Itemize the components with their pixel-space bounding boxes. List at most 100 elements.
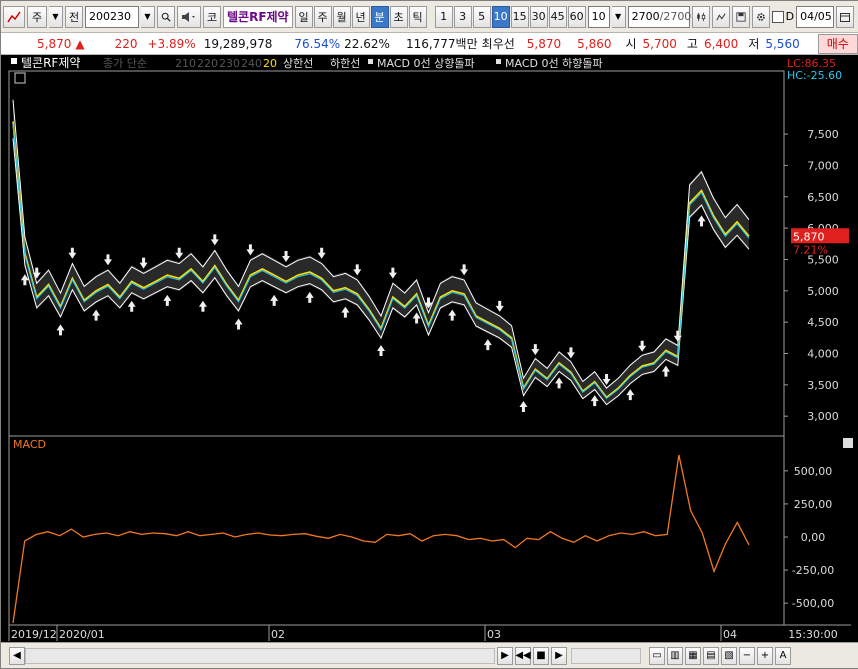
minute-tab-1[interactable]: 3 [453, 5, 472, 28]
stock-type-button[interactable]: 코 [203, 5, 221, 28]
minute-tab-6[interactable]: 45 [548, 5, 567, 28]
legend-item: 210 [175, 57, 196, 70]
macd-y-tick: 500,00 [794, 465, 833, 478]
turnover: 22.62% [344, 36, 390, 51]
minute-tab-3[interactable]: 10 [491, 5, 510, 28]
price-y-tick: 4,500 [807, 316, 839, 329]
trade-amount: 116,777백만 [405, 37, 478, 51]
stock-name-label: 텔콘RF제약 [227, 10, 289, 24]
low-label: 저 [748, 37, 760, 51]
speed-slider[interactable] [571, 647, 641, 664]
bid-price: 5,860 [577, 36, 612, 51]
period-tab-0[interactable]: 일 [294, 5, 313, 28]
minute-tab-5[interactable]: 30 [529, 5, 548, 28]
legend-item: 220 [197, 57, 218, 70]
count-input[interactable]: 2700/2700 [627, 5, 692, 28]
scroll-left-button[interactable]: ◀ [9, 646, 25, 665]
count-total: /2700 [659, 10, 692, 23]
play-button[interactable]: ▶ [551, 646, 567, 665]
settings-button[interactable] [751, 5, 770, 28]
minute-tab-4[interactable]: 15 [510, 5, 529, 28]
minute-tab-7[interactable]: 60 [567, 5, 586, 28]
period-tab-1[interactable]: 주 [313, 5, 332, 28]
chart-mode-2-button[interactable]: ▦ [685, 646, 701, 665]
draw-tool-button[interactable] [711, 5, 730, 28]
stock-code-input[interactable]: 200230 [85, 5, 139, 28]
price-y-tick: 7,500 [807, 128, 839, 141]
font-size-button[interactable]: A [775, 646, 791, 665]
period-tab-5[interactable]: 초 [389, 5, 408, 28]
calendar-icon [840, 12, 851, 22]
sell-signal-arrow [175, 247, 184, 259]
buy-signal-arrow [305, 291, 314, 303]
period-tab-6[interactable]: 틱 [408, 5, 427, 28]
date-picker-button[interactable] [836, 5, 855, 28]
stop-button[interactable]: ■ [533, 646, 549, 665]
price-y-tick: 7,000 [807, 159, 839, 172]
price-y-tick: 3,500 [807, 379, 839, 392]
rewind-button[interactable]: ◀◀ [515, 646, 531, 665]
chart-mode-3-button[interactable]: ▤ [703, 646, 719, 665]
sell-signal-arrow [495, 300, 504, 312]
scroll-track[interactable] [25, 647, 495, 664]
minute-tab-2[interactable]: 5 [472, 5, 491, 28]
code-dropdown-icon[interactable]: ▼ [141, 5, 155, 28]
chart-mode-4-button[interactable]: ▧ [721, 646, 737, 665]
ask-price: 5,870 [526, 36, 562, 51]
chart-area[interactable]: 3,0003,5004,0004,5005,0005,5006,0006,500… [1, 55, 858, 642]
macd-line [12, 454, 750, 624]
scroll-right-button[interactable]: ▶ [497, 646, 513, 665]
chart-menu-icon[interactable] [3, 5, 25, 28]
save-button[interactable] [731, 5, 750, 28]
chart-mode-1-button[interactable]: ▥ [667, 646, 683, 665]
high-price: 6,400 [703, 36, 739, 51]
buy-label: 매수 [826, 37, 849, 51]
time-label: 15:30:00 [788, 628, 837, 641]
sound-button[interactable] [177, 5, 201, 28]
period-tabs: 일주월년분초틱 [294, 5, 427, 28]
market-select[interactable]: 주 [27, 5, 47, 28]
buy-signal-arrow [590, 395, 599, 407]
minute-tab-0[interactable]: 1 [434, 5, 453, 28]
legend-item: 240 [241, 57, 262, 70]
market-type-select[interactable]: 전 [65, 5, 83, 28]
stock-type-label: 코 [206, 10, 218, 24]
buy-button[interactable]: 매수 [817, 33, 858, 54]
sell-signal-arrow [531, 344, 540, 356]
legend-item: MACD 0선 상향돌파 [377, 57, 475, 70]
price-y-tick: 4,000 [807, 348, 839, 361]
candle-icon [696, 12, 705, 21]
zoom-out-button[interactable]: − [739, 646, 755, 665]
date-checkbox[interactable] [771, 10, 784, 23]
search-button[interactable] [157, 5, 175, 28]
upper-band-line [12, 99, 750, 389]
price-change: 220 [114, 36, 138, 51]
stock-code-value: 200230 [89, 10, 131, 23]
sell-signal-arrow [388, 267, 397, 279]
macd-y-tick: 0,00 [801, 531, 826, 544]
period-tab-3[interactable]: 년 [351, 5, 370, 28]
period-tab-4[interactable]: 분 [370, 5, 389, 28]
date-input[interactable]: 04/05 [796, 5, 835, 28]
market-dropdown-icon[interactable]: ▼ [49, 5, 63, 28]
x-axis-tick: 03 [487, 628, 501, 641]
chart-type-button[interactable] [691, 5, 710, 28]
interval-input[interactable]: 10 [587, 5, 610, 28]
up-arrow-icon: ▲ [75, 36, 85, 51]
market-label: 주 [31, 10, 43, 24]
sell-signal-arrow [210, 234, 219, 246]
chart-canvas[interactable]: 3,0003,5004,0004,5005,0005,5006,0006,500… [1, 55, 858, 642]
gear-icon [756, 12, 765, 21]
pane-menu-icon [14, 72, 26, 84]
buy-signal-arrow [127, 300, 136, 312]
interval-dropdown-icon[interactable]: ▼ [611, 5, 626, 28]
open-price: 5,700 [642, 36, 677, 51]
price-band [13, 97, 749, 406]
stock-name[interactable]: 텔콘RF제약 [223, 5, 293, 28]
ma20-line [12, 121, 750, 399]
best-quote-label: 최우선 [481, 37, 515, 51]
trendline-icon [715, 12, 726, 21]
period-tab-2[interactable]: 월 [332, 5, 351, 28]
zoom-fit-button[interactable]: ▭ [649, 646, 665, 665]
zoom-in-button[interactable]: + [757, 646, 773, 665]
